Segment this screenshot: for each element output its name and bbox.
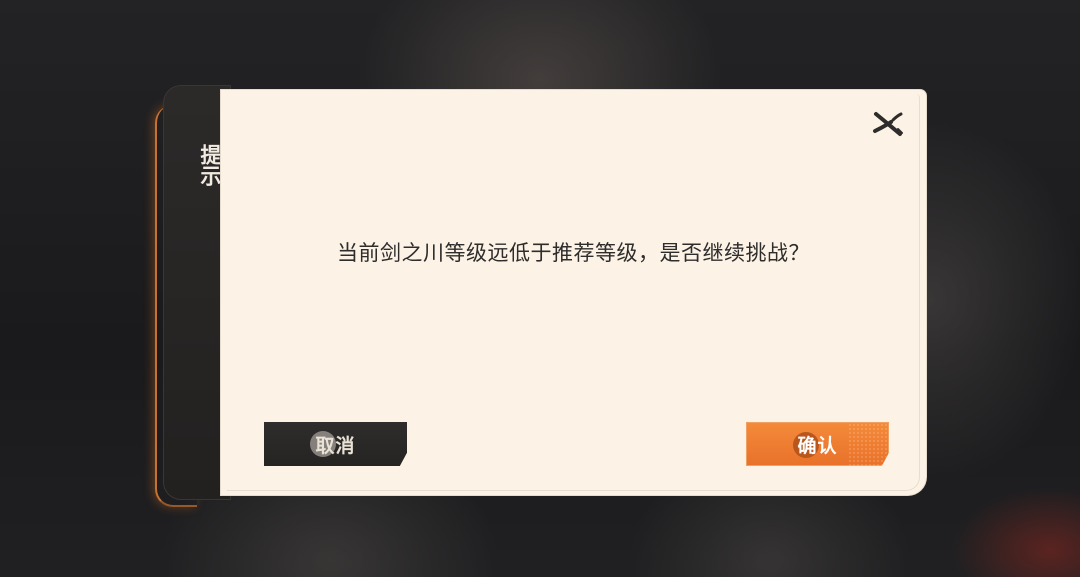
cancel-button[interactable]: 取消 [264, 422, 407, 466]
dialog-message: 当前剑之川等级远低于推荐等级，是否继续挑战？ [337, 241, 810, 265]
close-button[interactable] [871, 109, 905, 139]
confirm-button-label: 确认 [797, 434, 838, 457]
dialog-title: 提示 [198, 144, 222, 186]
confirm-button[interactable]: 确认 [746, 422, 889, 466]
cancel-button-label: 取消 [315, 434, 356, 457]
close-icon [873, 112, 903, 136]
confirm-dialog: 提示 当前剑之川等级远低于推荐等级，是否继续挑战？ 取消 确认 [155, 85, 928, 510]
confirm-button-pattern [848, 423, 888, 466]
